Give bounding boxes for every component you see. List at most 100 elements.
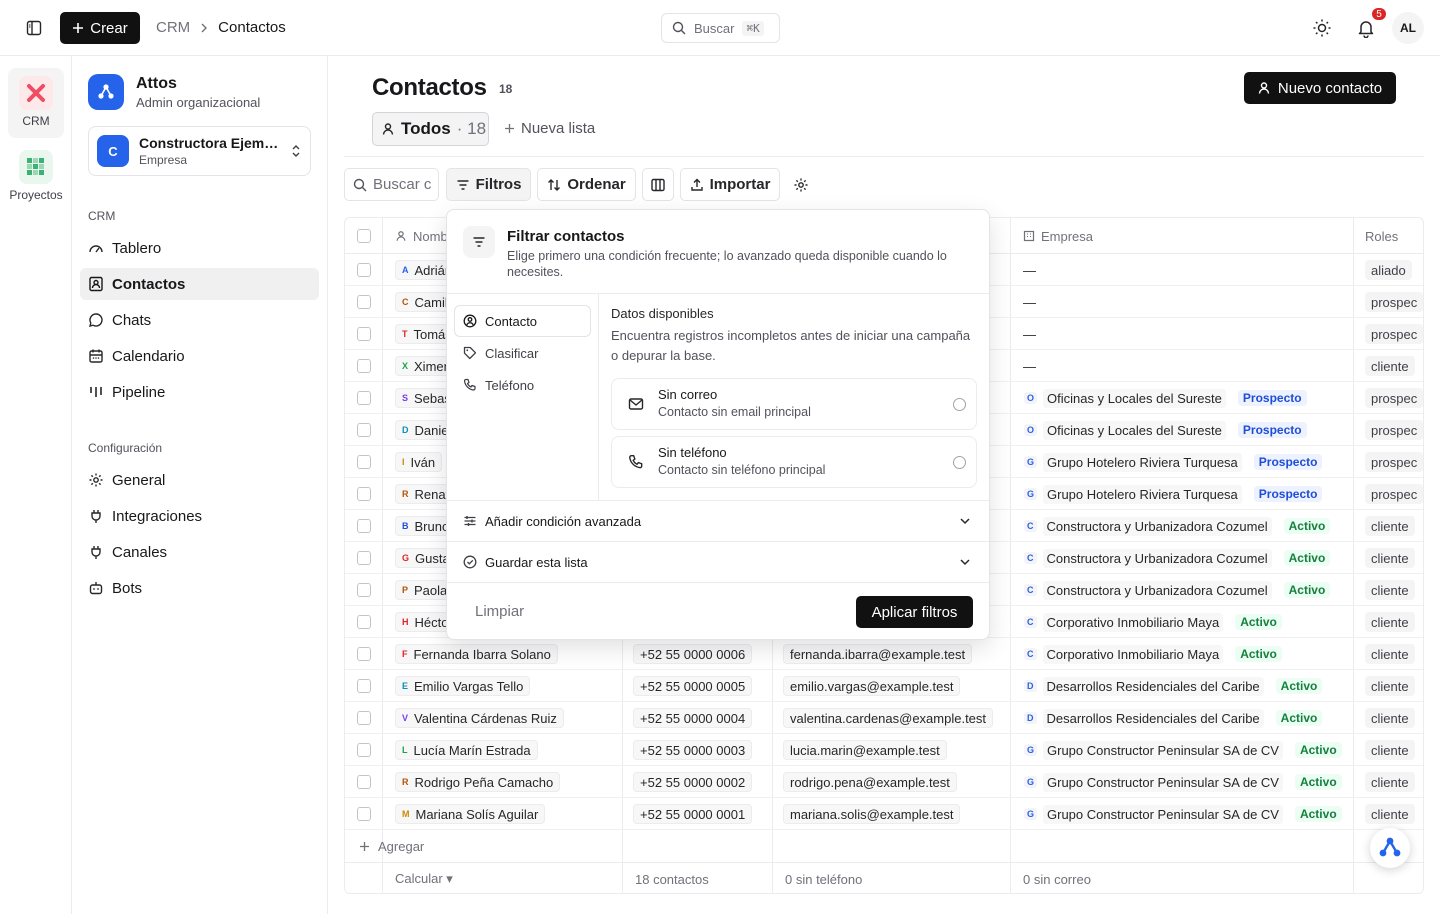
settings-gear-icon[interactable] [792,176,810,194]
contact-phone[interactable]: +52 55 0000 0002 [633,772,753,792]
contact-email[interactable]: valentina.cardenas@example.test [783,708,994,728]
theme-sun-icon[interactable] [1310,16,1334,40]
role-chip[interactable]: cliente [1365,580,1415,600]
calc-dropdown[interactable]: Calcular ▾ [395,863,453,893]
contact-name-chip[interactable]: V Valentina Cárdenas Ruiz [395,708,564,728]
filter-option-no-phone[interactable]: Sin teléfono Contacto sin teléfono princ… [611,436,977,488]
contact-phone[interactable]: +52 55 0000 0006 [633,644,753,664]
contacts-search-input[interactable]: Buscar c [344,168,439,201]
contact-phone[interactable]: +52 55 0000 0001 [633,804,753,824]
filter-option-no-email[interactable]: Sin correo Contacto sin email principal [611,378,977,430]
rail-item-crm[interactable]: CRM [8,68,64,138]
clear-filters-button[interactable]: Limpiar [475,603,524,620]
role-chip[interactable]: prospec [1365,324,1423,344]
sidebar-item-chats[interactable]: Chats [80,304,319,336]
company-cell[interactable]: D Desarrollos Residenciales del Caribe Act… [1021,708,1326,728]
sidebar-item-canales[interactable]: Canales [80,536,319,568]
contact-name-chip[interactable]: R Rodrigo Peña Camacho [395,772,561,792]
global-search[interactable]: Buscar ⌘K [661,13,780,43]
company-cell[interactable]: C Constructora y Urbanizadora Cozumel Acti… [1021,516,1334,536]
role-chip[interactable]: cliente [1365,644,1415,664]
role-chip[interactable]: cliente [1365,804,1415,824]
company-selector[interactable]: C Constructora Ejemplo Empresa [88,126,311,176]
sidebar-toggle-icon[interactable] [24,18,44,38]
role-chip[interactable]: aliado [1365,260,1412,280]
sidebar-item-calendario[interactable]: Calendario [80,340,319,372]
row-checkbox[interactable] [357,327,371,341]
role-chip[interactable]: cliente [1365,356,1415,376]
row-checkbox[interactable] [357,391,371,405]
table-row[interactable]: L Lucía Marín Estrada +52 55 0000 0003 luci… [345,734,1423,766]
filters-button[interactable]: Filtros [446,168,531,201]
contact-name-chip[interactable]: E Emilio Vargas Tello [395,676,531,696]
assistant-bubble[interactable] [1370,828,1410,868]
company-cell[interactable]: G Grupo Constructor Peninsular SA de CV Ac… [1021,772,1345,792]
row-checkbox[interactable] [357,679,371,693]
sidebar-item-general[interactable]: General [80,464,319,496]
import-button[interactable]: Importar [680,168,780,201]
sidebar-item-tablero[interactable]: Tablero [80,232,319,264]
company-cell[interactable]: C Corporativo Inmobiliario Maya Activo [1021,612,1285,632]
row-checkbox[interactable] [357,615,371,629]
create-button[interactable]: Crear [60,12,140,44]
company-cell[interactable]: G Grupo Hotelero Riviera Turquesa Prospect… [1021,484,1326,504]
contact-phone[interactable]: +52 55 0000 0004 [633,708,753,728]
role-chip[interactable]: cliente [1365,676,1415,696]
new-contact-button[interactable]: Nuevo contacto [1244,72,1396,104]
role-chip[interactable]: prospec [1365,484,1423,504]
role-chip[interactable]: cliente [1365,740,1415,760]
row-checkbox[interactable] [357,583,371,597]
table-row[interactable]: E Emilio Vargas Tello +52 55 0000 0005 emil… [345,670,1423,702]
row-checkbox[interactable] [357,263,371,277]
company-cell[interactable]: G Grupo Constructor Peninsular SA de CV Ac… [1021,740,1345,760]
row-checkbox[interactable] [357,743,371,757]
contact-phone[interactable]: +52 55 0000 0003 [633,740,753,760]
filter-option-radio[interactable] [953,398,966,411]
role-chip[interactable]: prospec [1365,292,1423,312]
contact-email[interactable]: emilio.vargas@example.test [783,676,961,696]
company-cell[interactable]: C Corporativo Inmobiliario Maya Activo [1021,644,1285,664]
row-checkbox[interactable] [357,295,371,309]
row-checkbox[interactable] [357,647,371,661]
company-cell[interactable]: D Desarrollos Residenciales del Caribe Act… [1021,676,1326,696]
company-cell[interactable]: C Constructora y Urbanizadora Cozumel Acti… [1021,548,1334,568]
row-checkbox[interactable] [357,519,371,533]
header-company[interactable]: Empresa [1023,218,1093,254]
table-row[interactable]: F Fernanda Ibarra Solano +52 55 0000 0006 f… [345,638,1423,670]
role-chip[interactable]: prospec [1365,420,1423,440]
save-list-toggle[interactable]: Guardar esta lista [447,541,989,582]
contact-name-chip[interactable]: I Iván [395,452,443,472]
select-all-checkbox[interactable] [357,229,371,243]
new-list-button[interactable]: Nueva lista [504,120,595,137]
role-chip[interactable]: cliente [1365,612,1415,632]
contact-email[interactable]: fernanda.ibarra@example.test [783,644,973,664]
columns-button[interactable] [642,168,674,201]
filter-tab-contacto[interactable]: Contacto [455,306,590,336]
row-checkbox[interactable] [357,455,371,469]
table-row[interactable]: M Mariana Solís Aguilar +52 55 0000 0001 ma… [345,798,1423,830]
contact-phone[interactable]: +52 55 0000 0005 [633,676,753,696]
header-roles[interactable]: Roles [1365,218,1398,254]
row-checkbox[interactable] [357,359,371,373]
sidebar-item-contactos[interactable]: Contactos [80,268,319,300]
contact-name-chip[interactable]: L Lucía Marín Estrada [395,740,538,760]
rail-item-proyectos[interactable]: Proyectos [8,150,64,206]
filter-tab-clasificar[interactable]: Clasificar [455,338,590,368]
role-chip[interactable]: prospec [1365,452,1423,472]
role-chip[interactable]: cliente [1365,708,1415,728]
user-avatar[interactable]: AL [1392,12,1424,44]
sort-button[interactable]: Ordenar [537,168,636,201]
contact-name-chip[interactable]: F Fernanda Ibarra Solano [395,644,558,664]
company-cell[interactable]: G Grupo Hotelero Riviera Turquesa Prospect… [1021,452,1326,472]
advanced-condition-toggle[interactable]: Añadir condición avanzada [447,500,989,541]
tab-todos[interactable]: Todos · 18 [372,112,489,146]
row-checkbox[interactable] [357,487,371,501]
company-cell[interactable]: O Oficinas y Locales del Sureste Prospecto [1021,420,1310,440]
row-checkbox[interactable] [357,711,371,725]
filter-option-radio[interactable] [953,456,966,469]
filter-tab-telefono[interactable]: Teléfono [455,370,590,400]
sidebar-item-integraciones[interactable]: Integraciones [80,500,319,532]
role-chip[interactable]: cliente [1365,516,1415,536]
contact-email[interactable]: lucia.marin@example.test [783,740,947,760]
breadcrumb-crm[interactable]: CRM [156,19,190,36]
